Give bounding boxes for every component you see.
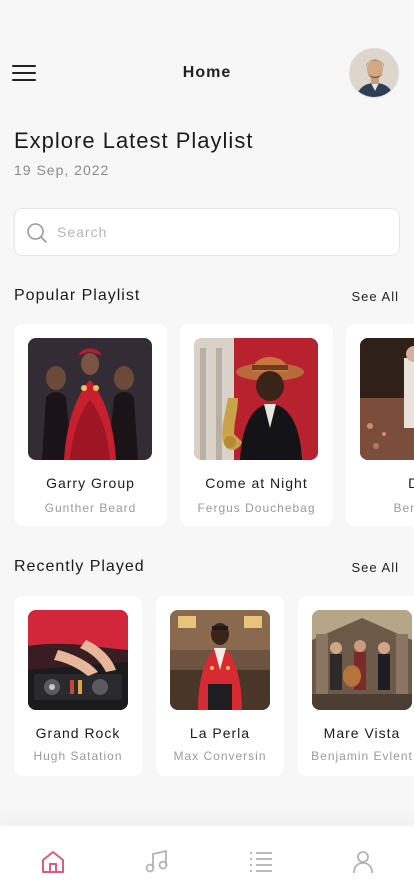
playlist-name: Dan [346,475,414,491]
playlist-cover-image [360,338,414,460]
home-icon [42,851,64,873]
track-artist: Hugh Satation [33,749,123,763]
bottom-navigation-bar [0,826,414,896]
nav-music-button[interactable] [143,848,171,876]
playlist-artist: Benjamin [393,501,414,515]
recent-track-card[interactable]: La Perla Max Conversin [156,596,284,776]
track-cover-image [170,610,270,710]
recent-track-card[interactable]: Grand Rock Hugh Satation [14,596,142,776]
playlist-cover-image [28,338,152,460]
recent-see-all-link[interactable]: See All [352,560,399,575]
recently-played-title: Recently Played [14,558,145,575]
playlist-artist: Gunther Beard [44,501,137,515]
nav-list-button[interactable] [247,848,275,876]
popular-playlist-row: Garry Group Gunther Beard Come at Night … [14,324,414,526]
playlist-name: Garry Group [46,475,135,491]
recently-played-row: Grand Rock Hugh Satation La Perla Max Co… [14,596,414,776]
recent-track-card[interactable]: Mare Vista Benjamin Evlent [298,596,414,776]
avatar[interactable] [349,48,399,98]
track-artist: Benjamin Evlent [311,749,413,763]
track-cover-image [312,610,412,710]
playlist-card[interactable]: Dan Benjamin [346,324,414,526]
explore-title: Explore Latest Playlist [14,128,254,153]
track-name: La Perla [189,725,251,741]
search-box[interactable] [14,208,400,256]
nav-profile-button[interactable] [349,848,377,876]
search-input[interactable] [57,209,387,255]
popular-playlist-title: Popular Playlist [14,287,141,304]
list-icon [250,852,272,872]
playlist-artist: Fergus Douchebag [197,501,316,515]
track-artist: Max Conversin [173,749,267,763]
popular-see-all-link[interactable]: See All [352,289,399,304]
playlist-cover-image [194,338,318,460]
track-name: Grand Rock [35,725,121,741]
playlist-card[interactable]: Garry Group Gunther Beard [14,324,167,526]
search-icon [27,223,47,243]
top-bar: Home [0,46,414,102]
home-screen: Home Explore Latest Playlist 19 Sep, 202… [0,0,414,896]
playlist-name: Come at Night [205,475,308,491]
profile-icon [353,851,373,874]
track-name: Mare Vista [323,725,401,741]
track-cover-image [28,610,128,710]
explore-date: 19 Sep, 2022 [14,162,110,178]
playlist-card[interactable]: Come at Night Fergus Douchebag [180,324,333,526]
nav-home-button[interactable] [39,848,67,876]
music-note-icon [145,850,168,873]
